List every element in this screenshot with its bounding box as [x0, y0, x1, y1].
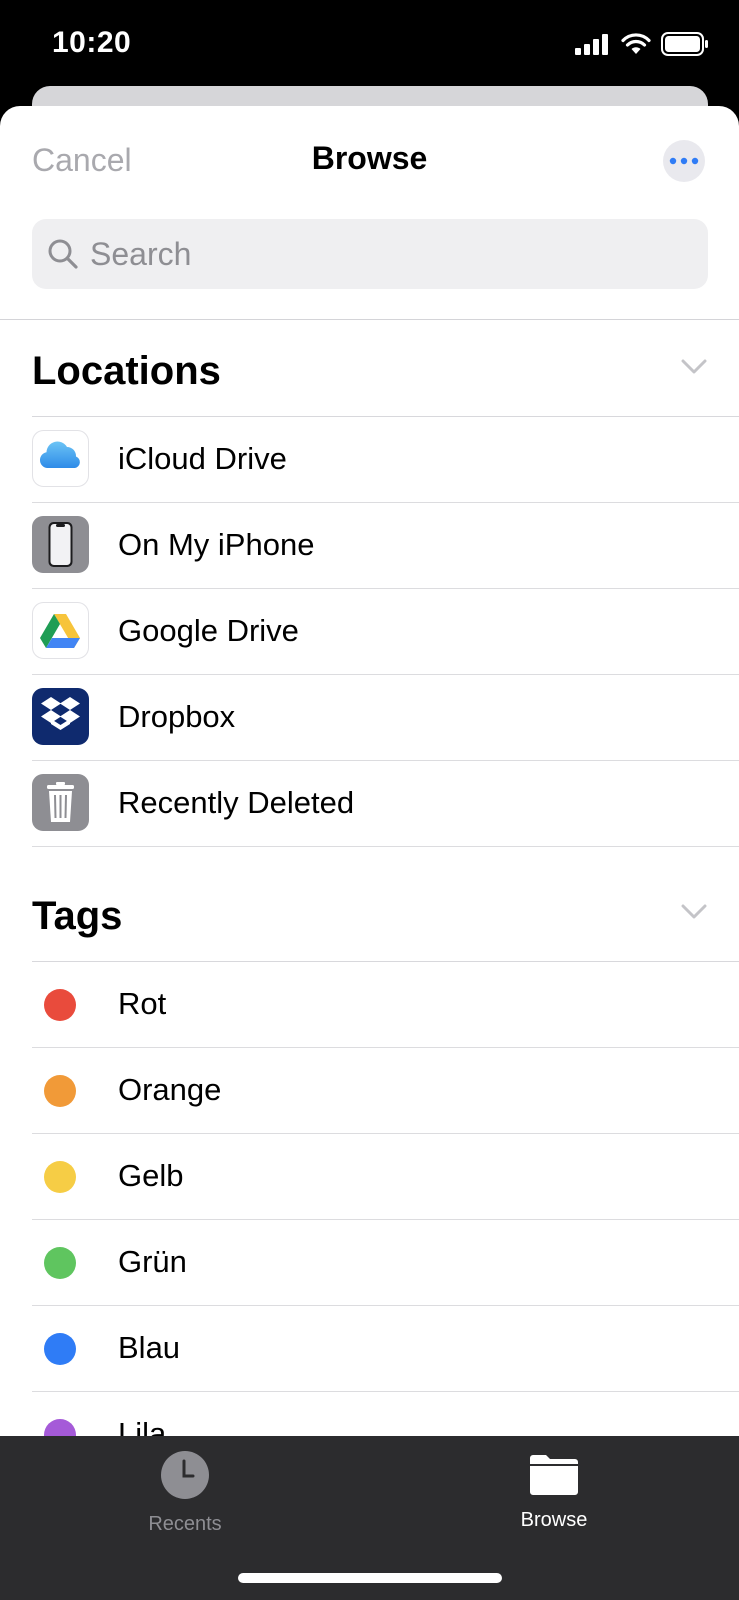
locations-header[interactable]: Locations	[32, 321, 739, 417]
tab-recents[interactable]: Recents	[105, 1450, 265, 1536]
tag-label: Orange	[118, 1072, 222, 1107]
location-item-google-drive[interactable]: Google Drive	[32, 589, 739, 675]
page-title: Browse	[311, 140, 428, 176]
ellipsis-icon	[669, 157, 699, 165]
tag-label: Blau	[118, 1330, 181, 1365]
search-icon	[48, 239, 78, 269]
clock-icon	[161, 1451, 209, 1499]
wifi-icon	[621, 33, 651, 54]
cellular-signal-icon	[575, 34, 608, 55]
tag-label: Lila	[118, 1416, 167, 1436]
tag-item-orange[interactable]: Orange	[32, 1048, 739, 1134]
tag-color-dot	[44, 989, 76, 1021]
battery-icon	[661, 32, 708, 56]
tag-label: Gelb	[118, 1158, 184, 1193]
location-label: Dropbox	[118, 699, 236, 734]
location-item-icloud-drive[interactable]: iCloud Drive	[32, 417, 739, 503]
chevron-down-icon[interactable]	[681, 904, 707, 920]
tag-color-dot	[44, 1075, 76, 1107]
status-icons	[575, 32, 709, 56]
browse-sheet: Cancel Browse Search Locations iCloud Dr…	[0, 106, 739, 1436]
iphone-icon	[32, 516, 89, 573]
location-label: On My iPhone	[118, 527, 315, 562]
tags-header[interactable]: Tags	[32, 866, 739, 962]
dropbox-icon	[32, 688, 89, 745]
tag-color-dot	[44, 1419, 76, 1436]
tag-label: Rot	[118, 986, 167, 1021]
search-field[interactable]: Search	[32, 219, 708, 289]
location-label: Google Drive	[118, 613, 299, 648]
chevron-down-icon[interactable]	[681, 359, 707, 375]
tag-color-dot	[44, 1333, 76, 1365]
tag-item-gruen[interactable]: Grün	[32, 1220, 739, 1306]
trash-icon	[32, 774, 89, 831]
tab-label-browse: Browse	[520, 1509, 588, 1531]
location-label: iCloud Drive	[118, 441, 287, 476]
status-bar: 10:20	[0, 0, 739, 90]
icloud-icon	[32, 430, 89, 487]
location-item-dropbox[interactable]: Dropbox	[32, 675, 739, 761]
more-button[interactable]	[663, 140, 705, 182]
nav-bar: Cancel Browse	[0, 106, 739, 216]
location-item-recently-deleted[interactable]: Recently Deleted	[32, 761, 739, 847]
tag-color-dot	[44, 1161, 76, 1193]
home-indicator	[238, 1573, 502, 1583]
search-placeholder: Search	[90, 235, 192, 272]
tab-browse[interactable]: Browse	[474, 1450, 634, 1532]
tag-color-dot	[44, 1247, 76, 1279]
folder-icon	[530, 1455, 578, 1495]
tab-label-recents: Recents	[148, 1513, 222, 1535]
section-title-tags: Tags	[32, 894, 123, 938]
location-label: Recently Deleted	[118, 785, 355, 820]
tag-item-rot[interactable]: Rot	[32, 962, 739, 1048]
location-item-on-my-iphone[interactable]: On My iPhone	[32, 503, 739, 589]
google-drive-icon	[32, 602, 89, 659]
status-time: 10:20	[52, 26, 132, 59]
section-title-locations: Locations	[32, 349, 221, 393]
tag-item-gelb[interactable]: Gelb	[32, 1134, 739, 1220]
tag-item-lila[interactable]: Lila	[32, 1392, 739, 1436]
divider	[0, 319, 739, 320]
tag-label: Grün	[118, 1244, 187, 1279]
tag-item-blau[interactable]: Blau	[32, 1306, 739, 1392]
